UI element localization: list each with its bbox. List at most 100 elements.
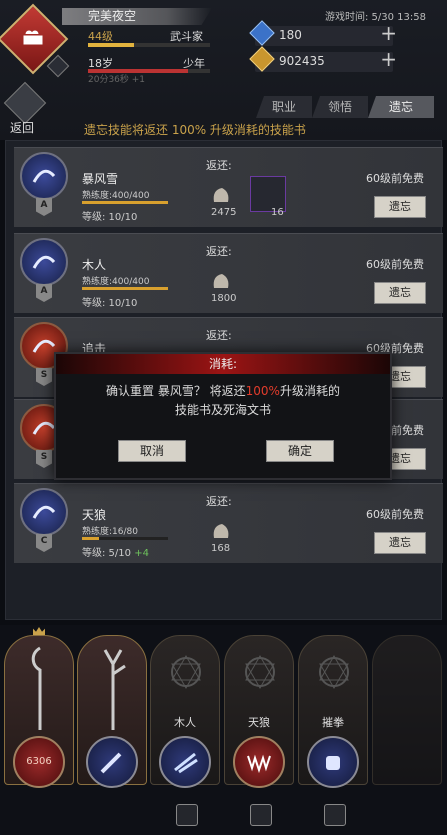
free-before-level-text: 60级前免费	[366, 258, 424, 271]
sword-skill-circle	[86, 736, 138, 788]
player-class: 武斗家	[170, 30, 203, 43]
skill-slot-label: 摧拳	[322, 716, 344, 729]
skill-book-count: 2475	[211, 207, 237, 218]
timer: 20分36秒 +1	[88, 75, 146, 85]
forget-button[interactable]: 遗忘	[374, 532, 426, 554]
spear-icon	[31, 646, 42, 730]
diamond-resource: 180 +	[249, 20, 397, 46]
free-before-level-text: 60级前免费	[366, 172, 424, 185]
skill-slot-circle	[307, 736, 359, 788]
down-arrow-icon[interactable]	[176, 804, 198, 826]
add-diamond-button[interactable]: +	[380, 23, 397, 43]
weapon-card-spear[interactable]: 6306	[4, 635, 74, 788]
forget-button[interactable]: 遗忘	[374, 196, 426, 218]
return-label: 返还:	[206, 245, 232, 258]
back-label: 返回	[10, 121, 35, 135]
proficiency-fill	[82, 201, 168, 204]
back-arrow-icon	[3, 81, 47, 125]
wolf-fang-icon	[247, 754, 271, 774]
down-arrow-icon[interactable]	[250, 804, 272, 826]
blizzard-icon-glyph	[32, 169, 56, 183]
skill-row: A 暴风雪 熟练度:400/400 等级: 10/10 返还: 2475 16 …	[14, 147, 443, 227]
dialog-message-suffix: 升级消耗的	[279, 384, 340, 398]
skill-slot-wooden-man[interactable]: 木人	[150, 635, 220, 826]
weapon-value: 6306	[26, 756, 52, 767]
hexagram-icon	[245, 655, 275, 689]
game-time: 游戏时间: 5/30 13:58	[325, 12, 427, 23]
skill-level-text: 等级: 10/10	[82, 298, 138, 309]
dialog-message-prefix: 确认重置 暴风雪？ 将返还	[106, 384, 246, 398]
proficiency-fill	[82, 287, 168, 290]
weapon-value-circle: 6306	[13, 736, 65, 788]
add-gold-button[interactable]: +	[380, 49, 397, 69]
sword-icon	[100, 752, 122, 774]
tab-insight[interactable]: 领悟	[312, 96, 368, 118]
staff-icon	[103, 649, 126, 730]
proficiency-fill	[82, 537, 100, 540]
skill-slot-circle	[233, 736, 285, 788]
player-name: 完美夜空	[62, 8, 212, 25]
dialog-message-line2: 技能书及死海文书	[174, 403, 271, 417]
empty-slot[interactable]	[372, 635, 442, 785]
skill-proficiency: 熟练度:400/400	[82, 191, 150, 201]
bottom-equipment-bar: 6306 木人 天狼 摧拳	[0, 625, 447, 835]
level-progress-fill	[88, 43, 135, 47]
gold-count: 902435	[279, 54, 325, 68]
cancel-button[interactable]: 取消	[118, 440, 186, 462]
confirm-button[interactable]: 确定	[266, 440, 334, 462]
forget-notice: 遗忘技能将返还 100% 升级消耗的技能书	[84, 123, 306, 137]
confirm-dialog: 消耗: 确认重置 暴风雪？ 将返还100%升级消耗的 技能书及死海文书 取消 确…	[54, 352, 392, 480]
dialog-message: 确认重置 暴风雪？ 将返还100%升级消耗的	[56, 382, 390, 399]
proficiency-bar	[82, 537, 168, 540]
skill-slot-label: 天狼	[248, 716, 270, 729]
gold-resource: 902435 +	[249, 46, 397, 72]
proficiency-bar	[82, 201, 168, 204]
return-label: 返还:	[206, 329, 232, 342]
skill-row: C 天狼 熟练度:16/80 等级: 5/10 +4 返还: 168 60级前免…	[14, 483, 443, 563]
proficiency-bar	[82, 287, 168, 290]
skill-level: 等级: 5/10 +4	[82, 544, 149, 559]
player-level: 44级	[88, 30, 113, 43]
down-arrow-icon[interactable]	[324, 804, 346, 826]
skill-slot-sky-wolf[interactable]: 天狼	[224, 635, 294, 826]
level-progress-bar	[88, 43, 210, 47]
return-label: 返还:	[206, 495, 232, 508]
wolf-fang-icon-glyph	[32, 505, 56, 519]
wooden-man-icon-glyph	[32, 255, 56, 269]
skill-level: 等级: 10/10	[82, 208, 137, 223]
skill-grade-badge: A	[36, 198, 52, 216]
skill-book-count: 168	[211, 543, 231, 554]
forget-button[interactable]: 遗忘	[374, 282, 426, 304]
skill-name: 暴风雪	[82, 172, 119, 186]
skill-name: 木人	[82, 258, 107, 272]
wooden-man-icon	[20, 238, 68, 286]
tab-forget[interactable]: 遗忘	[368, 96, 434, 118]
skill-book-count: 1800	[211, 293, 237, 304]
skill-slot-circle	[159, 736, 211, 788]
hexagram-icon	[171, 655, 201, 689]
free-before-level-text: 60级前免费	[366, 508, 424, 521]
skill-level: 等级: 10/10	[82, 294, 137, 309]
tab-career[interactable]: 职业	[256, 96, 312, 118]
return-label: 返还:	[206, 159, 232, 172]
skill-grade-badge: S	[36, 368, 52, 386]
skill-slot-crush-fist[interactable]: 摧拳	[298, 635, 368, 826]
dead-sea-scroll-count: 16	[271, 207, 284, 218]
weapon-card-staff[interactable]	[77, 635, 147, 788]
skill-level-text: 等级: 5/10	[82, 548, 135, 559]
dialog-title: 消耗:	[56, 354, 390, 374]
back-button[interactable]: 返回	[3, 81, 47, 135]
diamond-count: 180	[279, 28, 302, 42]
skill-grade-badge: A	[36, 284, 52, 302]
skill-grade-badge: S	[36, 450, 52, 468]
blizzard-icon	[20, 152, 68, 200]
skill-slot-label: 木人	[174, 716, 196, 729]
skill-row: A 木人 熟练度:400/400 等级: 10/10 返还: 1800 60级前…	[14, 233, 443, 313]
skill-level-text: 等级: 10/10	[82, 212, 138, 223]
dialog-message-highlight: 100%	[245, 384, 280, 398]
hexagram-icon	[319, 655, 349, 689]
skill-grade-badge: C	[36, 534, 52, 552]
skill-name: 天狼	[82, 508, 107, 522]
skill-proficiency: 熟练度:16/80	[82, 527, 138, 537]
wooden-man-icon	[174, 752, 198, 774]
